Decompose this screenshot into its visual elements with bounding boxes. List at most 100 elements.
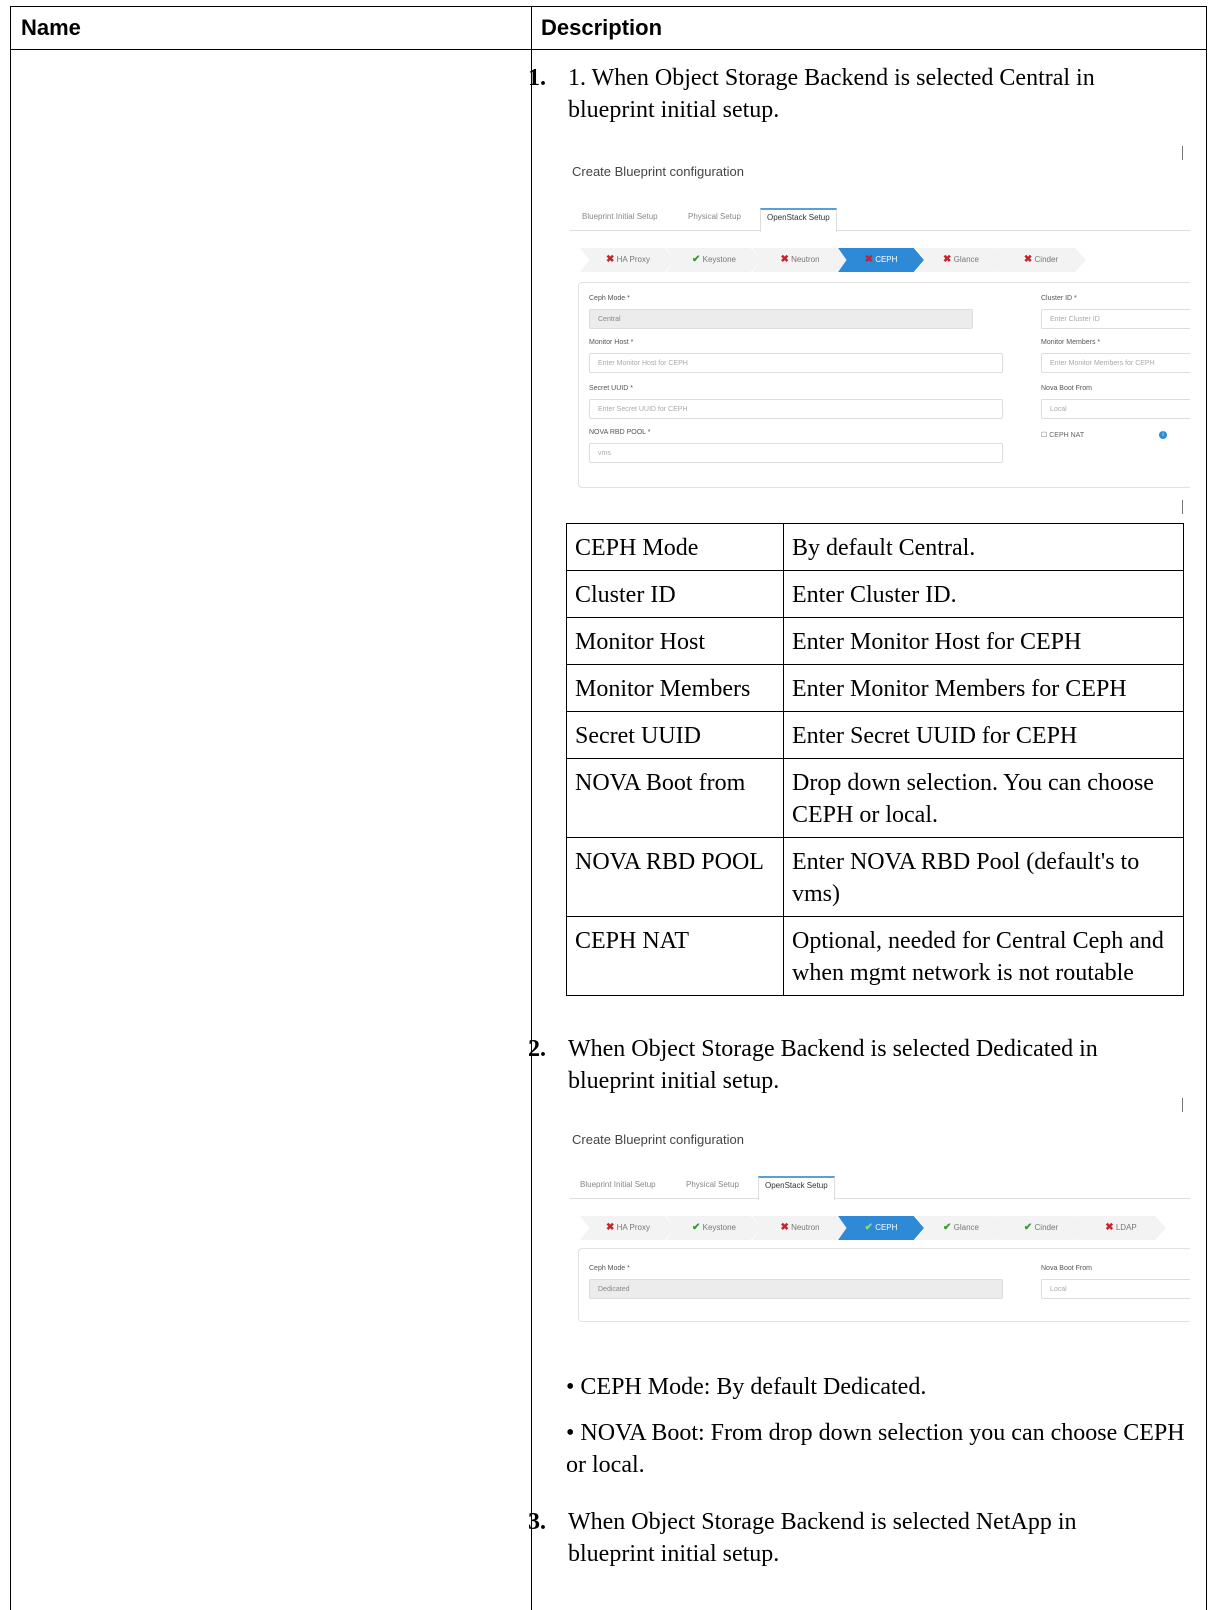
config-tabs: Blueprint Initial Setup Physical Setup O… (570, 1176, 1190, 1200)
error-icon: ✖ (780, 254, 789, 265)
table-header: Name Description (11, 7, 1206, 50)
wizard-steps: ✖ HA Proxy ✔ Keystone ✖ Neutron ✖ CEPH ✖… (580, 248, 1190, 272)
step-text: When Object Storage Backend is selected … (568, 1036, 1098, 1094)
nova-boot-label: Nova Boot From (1041, 1265, 1092, 1272)
param-name: Monitor Host (566, 617, 784, 665)
cluster-id-input[interactable]: Enter Cluster ID (1041, 309, 1190, 329)
check-icon: ✔ (692, 1222, 701, 1233)
param-description: Enter Secret UUID for CEPH (783, 711, 1184, 759)
step-keystone[interactable]: ✔ Keystone (666, 1216, 762, 1240)
ceph-mode-label: Ceph Mode * (589, 1265, 630, 1272)
table-row: Secret UUID Enter Secret UUID for CEPH (566, 711, 1184, 759)
table-row: Monitor Host Enter Monitor Host for CEPH (566, 617, 1184, 665)
step-text: 1. When Object Storage Backend is select… (568, 65, 1095, 123)
tab-openstack-setup[interactable]: OpenStack Setup (758, 1176, 835, 1200)
info-icon[interactable]: i (1159, 431, 1167, 439)
param-name: Monitor Members (566, 664, 784, 712)
tab-physical-setup[interactable]: Physical Setup (686, 1180, 739, 1189)
step-ldap[interactable]: ✖ LDAP (1076, 1216, 1166, 1240)
monitor-host-input[interactable]: Enter Monitor Host for CEPH (589, 353, 1003, 373)
step-ha-proxy[interactable]: ✖ HA Proxy (580, 1216, 676, 1240)
step-ha-proxy[interactable]: ✖ HA Proxy (580, 248, 676, 272)
monitor-members-label: Monitor Members * (1041, 339, 1101, 346)
tab-blueprint-initial-setup[interactable]: Blueprint Initial Setup (580, 1180, 656, 1189)
monitor-members-input[interactable]: Enter Monitor Members for CEPH (1041, 353, 1190, 373)
monitor-host-label: Monitor Host * (589, 339, 634, 346)
crop-mark (1182, 1098, 1183, 1112)
ceph-form-panel: Ceph Mode * Central Monitor Host * Enter… (578, 282, 1190, 488)
param-description: Enter NOVA RBD Pool (default's to vms) (783, 837, 1184, 917)
param-description: By default Central. (783, 523, 1184, 571)
param-name: Secret UUID (566, 711, 784, 759)
ceph-mode-field[interactable]: Dedicated (589, 1279, 1003, 1299)
nova-boot-label: Nova Boot From (1041, 385, 1092, 392)
wizard-steps: ✖ HA Proxy ✔ Keystone ✖ Neutron ✔ CEPH ✔… (580, 1216, 1190, 1240)
error-icon: ✖ (943, 254, 952, 265)
param-name: Cluster ID (566, 570, 784, 618)
crop-mark (1182, 146, 1183, 160)
secret-uuid-input[interactable]: Enter Secret UUID for CEPH (589, 399, 1003, 419)
nova-boot-select[interactable]: Local (1041, 1279, 1190, 1299)
table-row: NOVA RBD POOL Enter NOVA RBD Pool (defau… (566, 837, 1184, 917)
blueprint-screenshot-central: Create Blueprint configuration Blueprint… (570, 158, 1190, 494)
tab-physical-setup[interactable]: Physical Setup (688, 212, 741, 221)
param-description: Optional, needed for Central Ceph and wh… (783, 916, 1184, 996)
step-text: When Object Storage Backend is selected … (568, 1509, 1077, 1567)
column-divider (531, 7, 532, 1610)
screenshot-title: Create Blueprint configuration (572, 164, 744, 179)
screenshot-title: Create Blueprint configuration (572, 1132, 744, 1147)
config-tabs: Blueprint Initial Setup Physical Setup O… (570, 208, 1190, 232)
ceph-form-panel: Ceph Mode * Dedicated Nova Boot From Loc… (578, 1248, 1190, 1322)
step-ceph[interactable]: ✖ CEPH (838, 248, 924, 272)
bullet-nova-boot: • NOVA Boot: From drop down selection yo… (566, 1420, 1185, 1478)
step-number: 1. (528, 65, 546, 91)
param-name: CEPH Mode (566, 523, 784, 571)
param-description: Enter Monitor Host for CEPH (783, 617, 1184, 665)
error-icon: ✖ (1105, 1222, 1114, 1233)
table-row: NOVA Boot from Drop down selection. You … (566, 758, 1184, 838)
param-description: Enter Monitor Members for CEPH (783, 664, 1184, 712)
step-keystone[interactable]: ✔ Keystone (666, 248, 762, 272)
secret-uuid-label: Secret UUID * (589, 385, 633, 392)
check-icon: ✔ (692, 254, 701, 265)
step-glance[interactable]: ✖ Glance (916, 248, 1006, 272)
bullet-ceph-mode: • CEPH Mode: By default Dedicated. (566, 1374, 927, 1400)
nova-boot-select[interactable]: Local (1041, 399, 1190, 419)
cluster-id-label: Cluster ID * (1041, 295, 1077, 302)
table-row: CEPH Mode By default Central. (566, 523, 1184, 571)
ceph-nat-checkbox[interactable]: ☐ CEPH NAT (1041, 431, 1084, 439)
header-description: Description (541, 15, 663, 40)
param-name: NOVA RBD POOL (566, 837, 784, 917)
error-icon: ✖ (780, 1222, 789, 1233)
error-icon: ✖ (1023, 254, 1033, 265)
crop-mark (1182, 500, 1183, 514)
step-number: 2. (528, 1036, 546, 1062)
step-number: 3. (528, 1509, 546, 1535)
ceph-mode-field[interactable]: Central (589, 309, 973, 329)
nova-rbd-pool-label: NOVA RBD POOL * (589, 429, 651, 436)
step-neutron[interactable]: ✖ Neutron (752, 248, 848, 272)
error-icon: ✖ (606, 254, 615, 265)
check-icon: ✔ (864, 1222, 873, 1233)
error-icon: ✖ (864, 254, 873, 265)
step-cinder[interactable]: ✔ Cinder (996, 1216, 1086, 1240)
table-row: Cluster ID Enter Cluster ID. (566, 570, 1184, 618)
nova-rbd-pool-input[interactable]: vms (589, 443, 1003, 463)
step-ceph[interactable]: ✔ CEPH (838, 1216, 924, 1240)
step-cinder[interactable]: ✖ Cinder (996, 248, 1086, 272)
check-icon: ✔ (943, 1222, 952, 1233)
step-neutron[interactable]: ✖ Neutron (752, 1216, 848, 1240)
tab-blueprint-initial-setup[interactable]: Blueprint Initial Setup (582, 212, 658, 221)
param-description: Drop down selection. You can choose CEPH… (783, 758, 1184, 838)
param-name: CEPH NAT (566, 916, 784, 996)
param-name: NOVA Boot from (566, 758, 784, 838)
blueprint-screenshot-dedicated: Create Blueprint configuration Blueprint… (570, 1128, 1190, 1334)
check-icon: ✔ (1023, 1222, 1033, 1233)
ceph-parameters-table: CEPH Mode By default Central. Cluster ID… (566, 523, 1184, 996)
header-name: Name (21, 15, 81, 40)
table-row: CEPH NAT Optional, needed for Central Ce… (566, 916, 1184, 996)
step-glance[interactable]: ✔ Glance (916, 1216, 1006, 1240)
ceph-mode-label: Ceph Mode * (589, 295, 630, 302)
param-description: Enter Cluster ID. (783, 570, 1184, 618)
tab-openstack-setup[interactable]: OpenStack Setup (760, 208, 837, 232)
